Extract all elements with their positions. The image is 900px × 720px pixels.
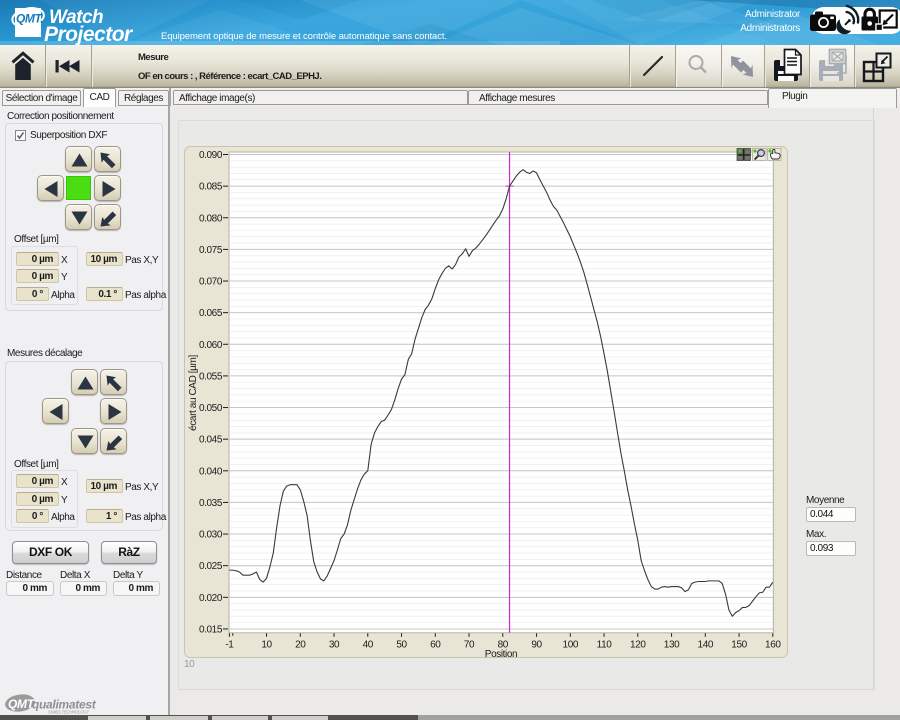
svg-text:SWISS TECHNOLOGY: SWISS TECHNOLOGY	[48, 710, 90, 715]
svg-text:0.065: 0.065	[199, 308, 223, 319]
svg-text:0.060: 0.060	[199, 340, 223, 351]
svg-text:0.090: 0.090	[199, 150, 223, 161]
svg-text:50: 50	[396, 639, 407, 650]
svg-text:130: 130	[664, 639, 680, 650]
svg-text:Position: Position	[485, 649, 517, 658]
svg-text:0.080: 0.080	[199, 213, 223, 224]
svg-text:0.035: 0.035	[199, 498, 223, 509]
svg-text:0.055: 0.055	[199, 371, 223, 382]
svg-text:0.085: 0.085	[199, 182, 223, 193]
svg-text:0.050: 0.050	[199, 403, 223, 414]
svg-text:110: 110	[597, 639, 613, 650]
svg-text:-1: -1	[225, 639, 234, 650]
svg-text:QMT.: QMT.	[16, 12, 43, 26]
svg-text:30: 30	[329, 639, 340, 650]
svg-text:0.040: 0.040	[199, 466, 223, 477]
svg-text:140: 140	[698, 639, 714, 650]
svg-text:120: 120	[630, 639, 646, 650]
svg-text:0.020: 0.020	[199, 593, 223, 604]
svg-text:0.015: 0.015	[199, 624, 223, 635]
svg-text:100: 100	[563, 639, 579, 650]
svg-text:10: 10	[261, 639, 272, 650]
svg-text:40: 40	[363, 639, 374, 650]
svg-text:70: 70	[464, 639, 475, 650]
svg-text:60: 60	[430, 639, 441, 650]
svg-text:écart au CAD [µm]: écart au CAD [µm]	[188, 355, 199, 431]
svg-text:0.075: 0.075	[199, 245, 223, 256]
svg-text:0.030: 0.030	[199, 530, 223, 541]
svg-text:0.025: 0.025	[199, 561, 223, 572]
svg-text:150: 150	[731, 639, 747, 650]
svg-text:0.070: 0.070	[199, 277, 223, 288]
svg-text:160: 160	[765, 639, 781, 650]
svg-text:90: 90	[531, 639, 542, 650]
svg-text:20: 20	[295, 639, 306, 650]
svg-text:0.045: 0.045	[199, 435, 223, 446]
